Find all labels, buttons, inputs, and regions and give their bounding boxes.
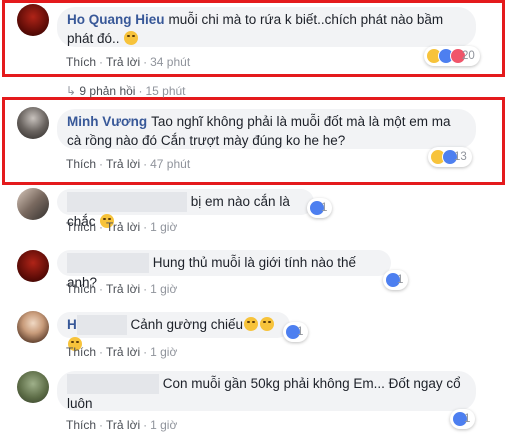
reaction-summary[interactable]: 1: [283, 322, 309, 342]
reaction-count: 20: [462, 50, 475, 62]
sweat-emoji-icon: [124, 31, 139, 45]
reaction-count: 1: [397, 274, 404, 286]
avatar[interactable]: [17, 371, 49, 403]
comment-text: Cảnh gường chiếu: [130, 317, 243, 332]
reaction-count: 13: [454, 151, 467, 163]
comment-time[interactable]: 1 giờ: [150, 345, 177, 359]
comment-time[interactable]: 1 giờ: [150, 418, 177, 432]
reaction-count: 1: [321, 202, 328, 214]
like-link[interactable]: Thích: [66, 418, 96, 432]
redacted-author: [67, 374, 159, 395]
like-link[interactable]: Thích: [66, 55, 96, 69]
view-replies-link[interactable]: 9 phản hồi: [79, 84, 135, 98]
reaction-summary[interactable]: 1: [450, 409, 476, 429]
avatar[interactable]: [17, 250, 49, 282]
reply-link[interactable]: Trả lời: [106, 157, 140, 171]
comment-actions: Thích · Trả lời · 47 phút: [66, 157, 191, 171]
reply-time: 15 phút: [145, 84, 186, 98]
rofl-emoji-icon: [259, 317, 274, 331]
comment-time[interactable]: 47 phút: [150, 157, 190, 171]
reaction-count: 1: [464, 413, 471, 425]
comment-time[interactable]: 1 giờ: [150, 220, 177, 234]
comment-author[interactable]: H: [67, 317, 77, 332]
comment-author[interactable]: Ho Quang Hieu: [67, 12, 165, 27]
comment-time[interactable]: 34 phút: [150, 55, 190, 69]
reaction-count: 1: [297, 326, 304, 338]
comment-actions: Thích · Trả lời · 1 giờ: [66, 418, 178, 432]
redacted-author: [67, 253, 149, 274]
reaction-summary[interactable]: 13: [428, 147, 472, 167]
comment-bubble: Con muỗi gần 50kg phải không Em... Đốt n…: [57, 371, 476, 411]
avatar[interactable]: [17, 188, 49, 220]
comment-actions: Thích · Trả lời · 1 giờ: [66, 345, 178, 359]
avatar[interactable]: [17, 4, 49, 36]
reply-link[interactable]: Trả lời: [106, 220, 140, 234]
reaction-summary[interactable]: 1: [383, 270, 409, 290]
redacted-author: [67, 192, 187, 213]
like-link[interactable]: Thích: [66, 345, 96, 359]
reply-arrow-icon: ↳: [66, 84, 77, 98]
rofl-emoji-icon: [243, 317, 258, 331]
comment-bubble: Hung thủ muỗi là giới tính nào thế anh?: [57, 250, 391, 290]
reply-link[interactable]: Trả lời: [106, 55, 140, 69]
reply-link[interactable]: Trả lời: [106, 345, 140, 359]
avatar[interactable]: [17, 107, 49, 139]
comment-bubble: bị em nào cắn là chắc: [57, 189, 314, 229]
comment-author[interactable]: Minh Vương: [67, 114, 147, 129]
comment-actions: Thích · Trả lời · 1 giờ: [66, 282, 178, 296]
like-link[interactable]: Thích: [66, 220, 96, 234]
redacted-author: [76, 315, 127, 336]
reply-link[interactable]: Trả lời: [106, 418, 140, 432]
reply-link[interactable]: Trả lời: [106, 282, 140, 296]
comment-bubble: Minh Vương Tao nghĩ không phải là muỗi đố…: [57, 109, 476, 149]
comment-actions: Thích · Trả lời · 34 phút: [66, 55, 191, 69]
reaction-summary[interactable]: 20: [424, 46, 480, 66]
avatar[interactable]: [17, 311, 49, 343]
replies-toggle[interactable]: ↳ 9 phản hồi · 15 phút: [66, 84, 186, 98]
like-link[interactable]: Thích: [66, 157, 96, 171]
comment-actions: Thích · Trả lời · 1 giờ: [66, 220, 178, 234]
comment-bubble: H Cảnh gường chiếu: [57, 312, 290, 352]
comment-time[interactable]: 1 giờ: [150, 282, 177, 296]
reaction-summary[interactable]: 1: [307, 198, 333, 218]
like-link[interactable]: Thích: [66, 282, 96, 296]
comment-bubble: Ho Quang Hieu muỗi chi mà to rứa k biết..…: [57, 7, 476, 47]
